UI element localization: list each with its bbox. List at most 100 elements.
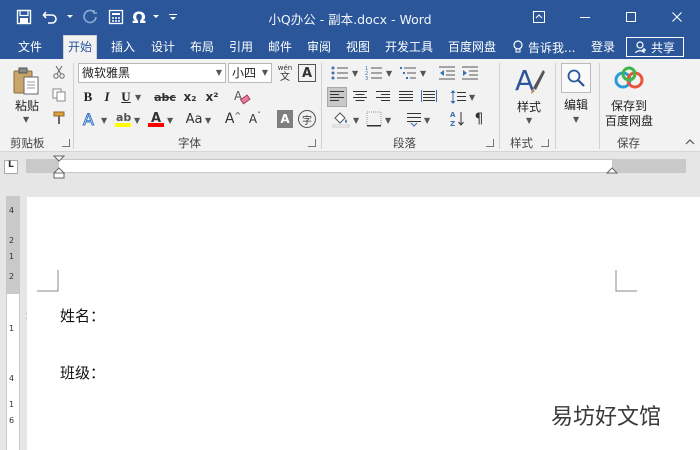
lightbulb-icon xyxy=(513,40,523,53)
enclose-characters-button[interactable]: 字 xyxy=(298,110,316,128)
close-button[interactable] xyxy=(654,0,700,33)
superscript-button[interactable]: x² xyxy=(203,88,221,106)
highlight-button[interactable]: ab xyxy=(113,109,133,129)
align-left-button[interactable] xyxy=(327,87,347,107)
collapse-ribbon-button[interactable] xyxy=(684,137,696,147)
bullets-dropdown-icon[interactable]: ▼ xyxy=(352,69,358,78)
line-spacing-button[interactable] xyxy=(448,87,468,107)
minimize-button[interactable] xyxy=(562,0,608,33)
multilevel-list-button[interactable] xyxy=(397,63,419,83)
tab-design[interactable]: 设计 xyxy=(147,35,179,59)
right-indent-marker[interactable] xyxy=(606,165,618,175)
tab-developer[interactable]: 开发工具 xyxy=(381,35,437,59)
vertical-ruler-number: 1 xyxy=(9,400,15,409)
align-center-button[interactable] xyxy=(350,87,370,107)
group-separator xyxy=(73,63,74,149)
shrink-font-button[interactable]: Aˇ xyxy=(246,110,264,128)
line-spacing-dropdown-icon[interactable]: ▼ xyxy=(469,93,475,102)
font-color-button[interactable]: A xyxy=(146,109,166,129)
shading-button[interactable] xyxy=(330,109,352,129)
text-effects-button[interactable]: A xyxy=(80,109,100,129)
tab-references[interactable]: 引用 xyxy=(225,35,257,59)
numbering-button[interactable]: 123 xyxy=(363,63,385,83)
tab-view[interactable]: 视图 xyxy=(342,35,374,59)
change-case-button[interactable]: Aa xyxy=(185,110,203,128)
share-button[interactable]: 共享 xyxy=(626,37,684,57)
underline-dropdown-icon[interactable]: ▼ xyxy=(135,93,141,102)
font-name-combo[interactable]: 微软雅黑 ▼ xyxy=(78,63,226,83)
styles-dropdown-icon[interactable]: ▼ xyxy=(526,116,532,125)
styles-gallery-button[interactable]: A xyxy=(511,63,547,99)
borders-dropdown-icon[interactable]: ▼ xyxy=(385,116,391,125)
tab-selector[interactable]: L xyxy=(4,160,18,174)
tab-baidu-netdisk[interactable]: 百度网盘 xyxy=(444,35,500,59)
phonetic-label: wén xyxy=(277,63,293,72)
character-shading-button[interactable]: A xyxy=(277,110,293,128)
name-field-label[interactable]: 姓名： xyxy=(60,305,105,326)
bullets-button[interactable] xyxy=(329,63,351,83)
change-case-dropdown-icon[interactable]: ▼ xyxy=(205,116,211,125)
increase-indent-button[interactable] xyxy=(460,63,480,83)
maximize-button[interactable] xyxy=(608,0,654,33)
sign-in-link[interactable]: 登录 xyxy=(591,35,615,59)
font-dialog-launcher[interactable] xyxy=(308,139,316,147)
tab-mailings[interactable]: 邮件 xyxy=(264,35,296,59)
grow-font-button[interactable]: A ^ xyxy=(224,110,242,128)
decrease-indent-button[interactable] xyxy=(437,63,457,83)
font-color-dropdown-icon[interactable]: ▼ xyxy=(167,116,173,125)
align-right-button[interactable] xyxy=(373,87,393,107)
editing-dropdown-icon[interactable]: ▼ xyxy=(573,115,579,124)
clipboard-dialog-launcher[interactable] xyxy=(62,139,70,147)
format-painter-button[interactable] xyxy=(50,109,68,127)
show-hide-marks-button[interactable]: ¶ xyxy=(470,109,488,129)
underline-button[interactable]: U xyxy=(118,88,134,106)
vertical-ruler-number: 2 xyxy=(9,272,15,281)
subscript-button[interactable]: x₂ xyxy=(181,88,199,106)
strikethrough-button[interactable]: abc xyxy=(154,88,176,106)
paste-button[interactable] xyxy=(10,65,42,97)
highlight-dropdown-icon[interactable]: ▼ xyxy=(134,116,140,125)
character-border-button[interactable]: A xyxy=(298,64,316,82)
styles-dialog-launcher[interactable] xyxy=(541,139,549,147)
indent-markers[interactable] xyxy=(53,155,65,179)
chinese-layout-button[interactable] xyxy=(404,109,424,129)
caret-up-icon: ^ xyxy=(234,110,242,120)
editing-button[interactable] xyxy=(561,63,591,93)
chevron-down-icon: ▼ xyxy=(261,68,268,77)
text-effects-dropdown-icon[interactable]: ▼ xyxy=(101,116,107,125)
class-field-label[interactable]: 班级： xyxy=(60,362,105,383)
font-size-combo[interactable]: 小四 ▼ xyxy=(228,63,272,83)
paste-dropdown-icon[interactable]: ▼ xyxy=(23,115,29,124)
numbering-dropdown-icon[interactable]: ▼ xyxy=(386,69,392,78)
cut-button[interactable] xyxy=(50,63,68,81)
ribbon-display-options-button[interactable] xyxy=(516,0,562,33)
bold-button[interactable]: B xyxy=(80,88,96,106)
ruler-track[interactable] xyxy=(26,159,686,173)
vertical-ruler-number: 1 xyxy=(9,324,15,333)
tab-home[interactable]: 开始 xyxy=(63,35,98,60)
tell-me-search[interactable]: 告诉我... xyxy=(512,35,575,59)
multilevel-dropdown-icon[interactable]: ▼ xyxy=(420,69,426,78)
save-to-baidu-button[interactable] xyxy=(613,65,645,93)
sort-button[interactable]: AZ xyxy=(449,109,467,129)
borders-button[interactable] xyxy=(364,109,384,129)
tab-review[interactable]: 审阅 xyxy=(303,35,335,59)
highlighter-icon: ab xyxy=(115,111,131,127)
distributed-button[interactable] xyxy=(419,87,439,107)
shrink-font-label: A xyxy=(248,112,258,126)
search-icon xyxy=(567,69,585,87)
shading-dropdown-icon[interactable]: ▼ xyxy=(353,116,359,125)
justify-icon xyxy=(399,91,413,101)
tab-file[interactable]: 文件 xyxy=(14,35,46,59)
phonetic-guide-button[interactable]: wén 文 xyxy=(276,63,294,83)
chinese-layout-dropdown-icon[interactable]: ▼ xyxy=(424,116,430,125)
svg-text:A: A xyxy=(515,64,534,97)
tab-insert[interactable]: 插入 xyxy=(107,35,139,59)
paragraph-dialog-launcher[interactable] xyxy=(486,139,494,147)
copy-button[interactable] xyxy=(50,86,68,104)
tab-layout[interactable]: 布局 xyxy=(186,35,218,59)
clear-formatting-button[interactable]: A xyxy=(232,87,252,107)
justify-button[interactable] xyxy=(396,87,416,107)
italic-button[interactable]: I xyxy=(99,88,115,106)
window-controls xyxy=(516,0,700,33)
